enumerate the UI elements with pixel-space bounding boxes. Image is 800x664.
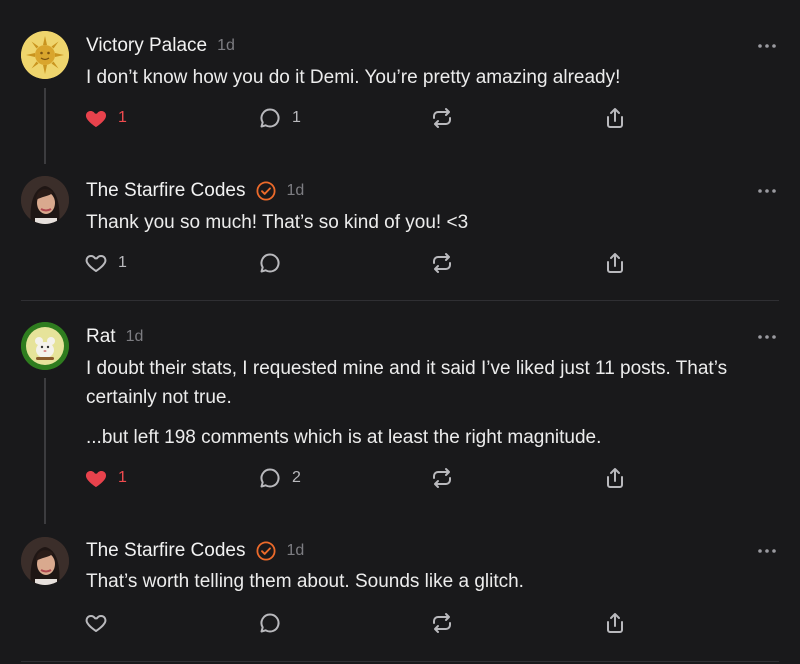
restack-button[interactable] <box>430 250 454 276</box>
comment-paragraph: I doubt their stats, I requested mine an… <box>86 358 728 408</box>
restack-icon <box>433 468 451 488</box>
reply-button[interactable]: 2 <box>258 465 301 491</box>
share-button[interactable] <box>603 610 627 636</box>
like-count: 1 <box>118 469 127 486</box>
comment-paragraph: That’s worth telling them about. Sounds … <box>86 571 524 592</box>
rat-avatar[interactable] <box>21 322 69 370</box>
restack-button[interactable] <box>430 465 454 491</box>
timestamp[interactable]: 1d <box>217 37 235 55</box>
reply-button[interactable] <box>258 250 292 276</box>
profile-photo-icon <box>21 176 69 224</box>
like-button[interactable] <box>84 610 118 636</box>
like-button[interactable]: 1 <box>84 250 127 276</box>
comment-header: The Starfire Codes 1d <box>86 538 304 564</box>
speech-bubble-icon <box>260 613 280 633</box>
restack-icon <box>433 613 451 633</box>
author-name[interactable]: Rat <box>86 326 116 348</box>
profile-photo-icon <box>21 537 69 585</box>
like-count: 1 <box>118 254 127 271</box>
timestamp[interactable]: 1d <box>286 542 304 560</box>
more-options-icon[interactable] <box>757 43 777 49</box>
comment-body: I don’t know how you do it Demi. You’re … <box>86 63 776 92</box>
comment-body: That’s worth telling them about. Sounds … <box>86 567 776 596</box>
woman-avatar[interactable] <box>21 537 69 585</box>
restack-button[interactable] <box>430 610 454 636</box>
sun-icon <box>21 31 69 79</box>
speech-bubble-icon <box>260 108 280 128</box>
share-button[interactable] <box>603 465 627 491</box>
thread-line <box>44 378 46 524</box>
action-bar: 1 1 <box>84 105 634 131</box>
action-bar <box>84 610 634 636</box>
reply-button[interactable]: 1 <box>258 105 301 131</box>
timestamp[interactable]: 1d <box>286 182 304 200</box>
comment-paragraph: ...but left 198 comments which is at lea… <box>86 427 602 448</box>
restack-button[interactable] <box>430 105 454 131</box>
heart-filled-icon <box>85 471 107 487</box>
share-button[interactable] <box>603 105 627 131</box>
like-count: 1 <box>118 109 127 126</box>
comment-header: Rat 1d <box>86 324 143 350</box>
comment-header: Victory Palace 1d <box>86 33 235 59</box>
restack-icon <box>433 253 451 273</box>
share-button[interactable] <box>603 250 627 276</box>
thread-divider <box>21 661 779 662</box>
thread-divider <box>21 300 779 301</box>
thread-line <box>44 88 46 164</box>
author-name[interactable]: Victory Palace <box>86 35 207 57</box>
verified-badge-icon <box>256 181 276 201</box>
share-icon <box>607 108 623 128</box>
heart-outline-icon <box>85 615 107 632</box>
author-name[interactable]: The Starfire Codes <box>86 180 245 202</box>
action-bar: 1 2 <box>84 465 634 491</box>
comment-paragraph: I don’t know how you do it Demi. You’re … <box>86 67 621 88</box>
like-button[interactable]: 1 <box>84 105 127 131</box>
share-icon <box>607 253 623 273</box>
timestamp[interactable]: 1d <box>126 328 144 346</box>
verified-badge-icon <box>256 541 276 561</box>
share-icon <box>607 468 623 488</box>
more-options-icon[interactable] <box>757 334 777 340</box>
author-name[interactable]: The Starfire Codes <box>86 540 245 562</box>
speech-bubble-icon <box>260 468 280 488</box>
speech-bubble-icon <box>260 253 280 273</box>
restack-icon <box>433 108 451 128</box>
reply-count: 2 <box>292 469 301 486</box>
woman-avatar[interactable] <box>21 176 69 224</box>
heart-filled-icon <box>85 111 107 127</box>
comment-body: Thank you so much! That’s so kind of you… <box>86 208 776 237</box>
share-icon <box>607 613 623 633</box>
heart-outline-icon <box>85 255 107 272</box>
comment-paragraph: Thank you so much! That’s so kind of you… <box>86 212 469 233</box>
reply-count: 1 <box>292 109 301 126</box>
action-bar: 1 <box>84 250 634 276</box>
reply-button[interactable] <box>258 610 292 636</box>
like-button[interactable]: 1 <box>84 465 127 491</box>
more-options-icon[interactable] <box>757 188 777 194</box>
comment-header: The Starfire Codes 1d <box>86 178 304 204</box>
more-options-icon[interactable] <box>757 548 777 554</box>
sun-avatar[interactable] <box>21 31 69 79</box>
rat-icon <box>21 322 69 370</box>
comment-body: I doubt their stats, I requested mine an… <box>86 354 776 452</box>
